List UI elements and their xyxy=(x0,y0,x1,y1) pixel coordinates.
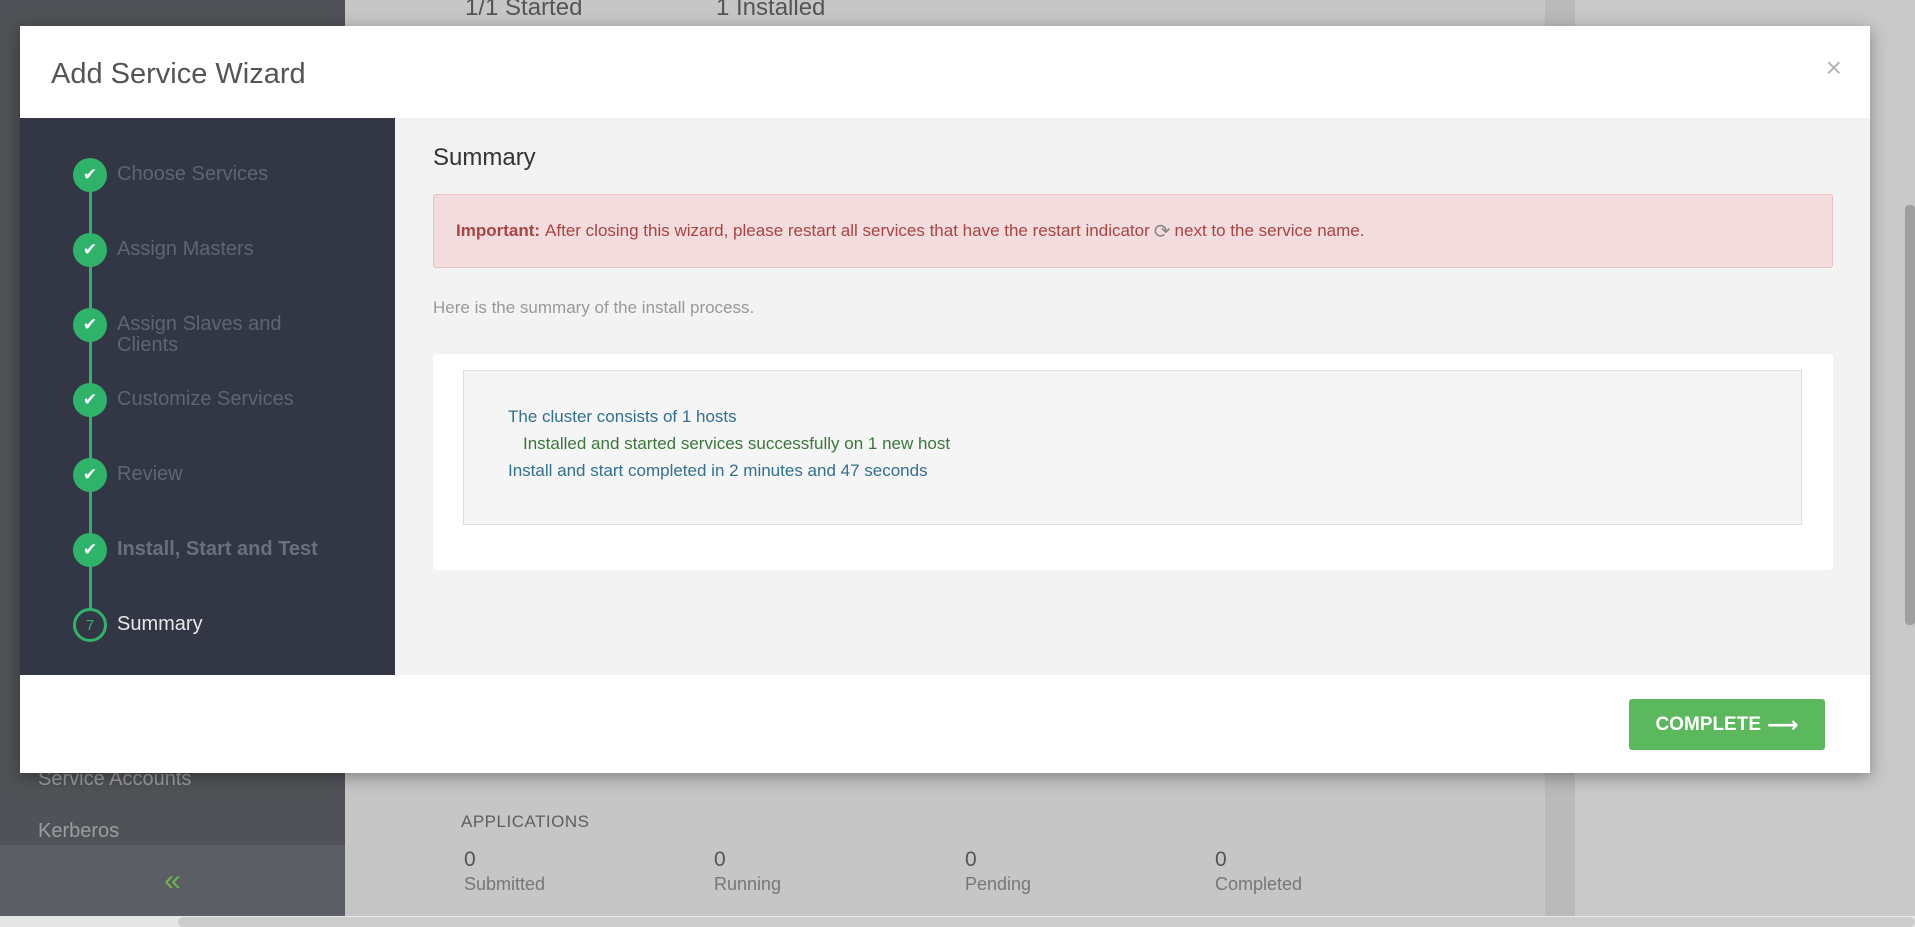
app-stat-submitted: 0 Submitted xyxy=(464,848,545,895)
background-installed-count: 1 Installed xyxy=(716,0,826,21)
refresh-icon: ⟳ xyxy=(1153,220,1171,243)
sidebar-collapse-button[interactable]: « xyxy=(0,845,345,916)
app-stat-value: 0 xyxy=(714,848,726,871)
app-stat-completed: 0 Completed xyxy=(1215,848,1302,895)
wizard-step-label: Review xyxy=(117,463,183,485)
alert-text-before: After closing this wizard, please restar… xyxy=(545,221,1150,240)
alert-text-after: next to the service name. xyxy=(1174,221,1365,240)
wizard-step-label: Customize Services xyxy=(117,388,294,410)
arrow-right-icon: ⟶ xyxy=(1767,711,1799,737)
wizard-steps-nav: ✔ Choose Services ✔ Assign Masters ✔ Ass… xyxy=(20,118,395,675)
wizard-step-label: Install, Start and Test xyxy=(117,538,318,560)
app-stat-label: Submitted xyxy=(464,874,546,894)
vertical-scrollbar-thumb[interactable] xyxy=(1905,205,1915,625)
modal-header: Add Service Wizard × xyxy=(20,26,1870,118)
wizard-step-customize-services[interactable]: ✔ Customize Services xyxy=(73,383,327,417)
wizard-step-label: Assign Masters xyxy=(117,238,254,260)
wizard-step-choose-services[interactable]: ✔ Choose Services xyxy=(73,158,327,192)
double-chevron-left-icon: « xyxy=(164,863,181,897)
summary-line-hosts: The cluster consists of 1 hosts xyxy=(508,407,737,426)
wizard-step-label: Summary xyxy=(117,613,203,635)
background-started-count: 1/1 Started xyxy=(465,0,583,21)
applications-title: APPLICATIONS xyxy=(461,812,590,831)
restart-alert: Important: After closing this wizard, pl… xyxy=(433,194,1833,268)
add-service-wizard-modal: Add Service Wizard × ✔ Choose Services ✔… xyxy=(20,26,1870,773)
close-icon[interactable]: × xyxy=(1826,54,1842,82)
summary-box: The cluster consists of 1 hosts Installe… xyxy=(463,370,1802,525)
wizard-content: Summary Important: After closing this wi… xyxy=(395,118,1870,675)
modal-footer: COMPLETE ⟶ xyxy=(20,675,1870,773)
modal-title: Add Service Wizard xyxy=(51,58,306,90)
check-icon: ✔ xyxy=(73,458,107,492)
content-heading: Summary xyxy=(433,144,536,171)
wizard-step-assign-slaves-clients[interactable]: ✔ Assign Slaves and Clients xyxy=(73,308,327,356)
wizard-step-assign-masters[interactable]: ✔ Assign Masters xyxy=(73,233,327,267)
summary-card: The cluster consists of 1 hosts Installe… xyxy=(433,354,1833,570)
sidebar-item-kerberos[interactable]: Kerberos xyxy=(38,820,119,843)
wizard-step-review[interactable]: ✔ Review xyxy=(73,458,327,492)
check-icon: ✔ xyxy=(73,533,107,567)
intro-text: Here is the summary of the install proce… xyxy=(433,298,755,317)
complete-button[interactable]: COMPLETE ⟶ xyxy=(1629,699,1825,750)
wizard-step-summary[interactable]: 7 Summary xyxy=(73,608,327,642)
app-stat-label: Pending xyxy=(965,874,1032,894)
app-stat-running: 0 Running xyxy=(714,848,781,895)
wizard-step-install-start-test[interactable]: ✔ Install, Start and Test xyxy=(73,533,327,567)
check-icon: ✔ xyxy=(73,383,107,417)
app-stat-label: Completed xyxy=(1215,874,1303,894)
app-stat-label: Running xyxy=(714,874,782,894)
summary-line-duration: Install and start completed in 2 minutes… xyxy=(508,461,928,480)
check-icon: ✔ xyxy=(73,233,107,267)
complete-button-label: COMPLETE xyxy=(1655,713,1761,735)
check-icon: ✔ xyxy=(73,158,107,192)
alert-bold-label: Important: xyxy=(456,221,541,240)
wizard-step-label: Choose Services xyxy=(117,163,269,185)
app-stat-value: 0 xyxy=(464,848,476,871)
app-stat-value: 0 xyxy=(1215,848,1227,871)
app-stat-pending: 0 Pending xyxy=(965,848,1031,895)
step-number-badge: 7 xyxy=(73,608,107,642)
summary-line-success: Installed and started services successfu… xyxy=(523,434,951,453)
check-icon: ✔ xyxy=(73,308,107,342)
horizontal-scrollbar-thumb[interactable] xyxy=(178,917,1915,927)
app-stat-value: 0 xyxy=(965,848,977,871)
wizard-step-label: Assign Slaves and Clients xyxy=(117,313,282,356)
